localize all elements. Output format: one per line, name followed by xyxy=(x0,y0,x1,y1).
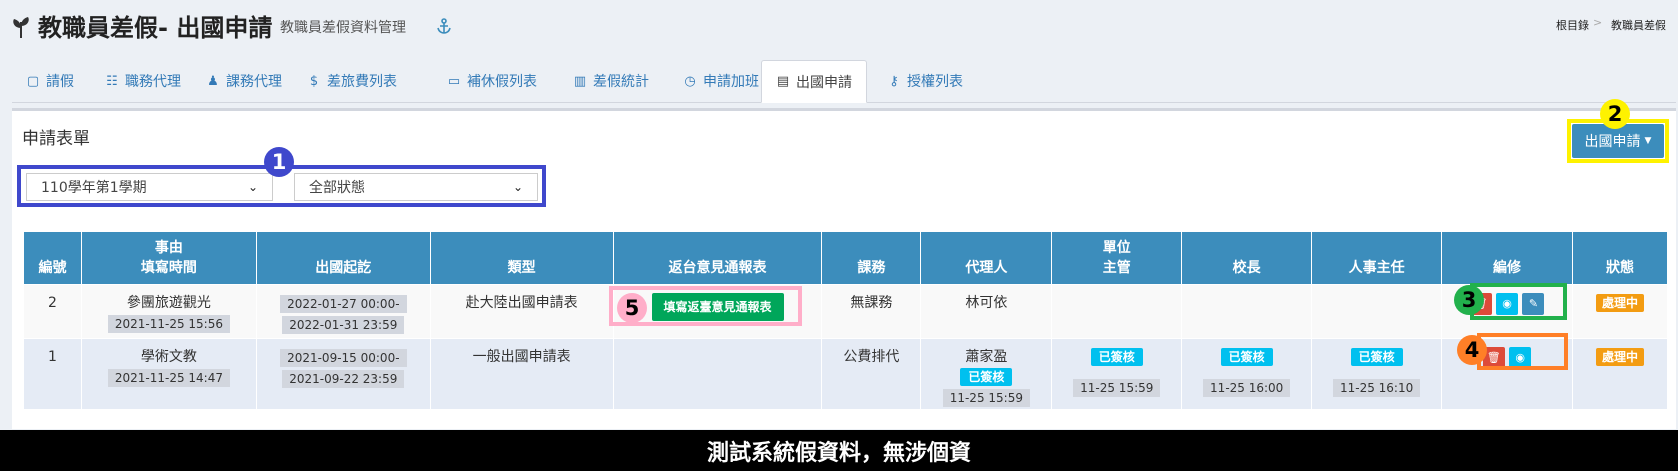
tab-duty-agent[interactable]: ☷ 職務代理 xyxy=(91,60,195,102)
cell-hr xyxy=(1311,284,1443,339)
col-unit-head: 單位 主管 xyxy=(1051,231,1183,285)
document-icon: ▤ xyxy=(776,74,790,89)
cell-report xyxy=(612,338,823,410)
callout-number-2: 2 xyxy=(1600,99,1630,129)
toggle-icon: ▭ xyxy=(447,73,461,89)
cell-type: 赴大陸出國申請表 xyxy=(429,284,614,339)
cell-unit-head xyxy=(1051,284,1183,339)
signed-badge: 已簽核 xyxy=(1350,348,1403,366)
col-edit: 編修 xyxy=(1441,231,1573,285)
application-table: 編號 事由 填寫時間 出國起訖 類型 返台意見通報表 課務 代理人 單位 主管 校長… xyxy=(23,231,1669,410)
page-header: 教職員差假- 出國申請 教職員差假資料管理 根目錄 > 教職員差假 xyxy=(0,0,1678,60)
callout-box-4 xyxy=(1477,333,1568,370)
application-panel: 申請表單 出國申請 ▼ 2 110學年第1學期 ⌄ 全部狀態 ⌄ 1 編號 事由 填寫時… xyxy=(12,99,1676,429)
cell-reason: 學術文教 2021-11-25 14:47 xyxy=(80,338,257,410)
tab-comp-leave[interactable]: ▭ 補休假列表 xyxy=(433,60,551,102)
tab-leave[interactable]: ▢ 請假 xyxy=(12,60,88,102)
cell-no: 2 xyxy=(23,284,82,339)
bar-chart-icon: ▥ xyxy=(573,73,587,89)
signed-badge: 已簽核 xyxy=(960,368,1013,386)
page-title: 教職員差假- 出國申請 xyxy=(38,14,273,42)
tab-leave-stats[interactable]: ▥ 差假統計 xyxy=(559,60,663,102)
cell-class: 公費排代 xyxy=(821,338,922,410)
tab-overtime[interactable]: ◷ 申請加班 xyxy=(669,60,773,102)
cell-agent: 蕭家盈 已簽核 11-25 15:59 xyxy=(920,338,1053,410)
panel-title: 申請表單 xyxy=(22,129,90,149)
cell-period: 2021-09-15 00:00- 2021-09-22 23:59 xyxy=(255,338,431,410)
col-report: 返台意見通報表 xyxy=(612,231,823,285)
cell-type: 一般出國申請表 xyxy=(429,338,614,410)
breadcrumb-current: 教職員差假 xyxy=(1611,19,1666,32)
table-row: 1 學術文教 2021-11-25 14:47 2021-09-15 00:00-… xyxy=(23,338,1669,410)
col-agent: 代理人 xyxy=(920,231,1053,285)
file-icon: ▢ xyxy=(26,73,40,89)
callout-number-1: 1 xyxy=(264,147,294,177)
anchor-icon[interactable] xyxy=(437,18,451,34)
status-badge: 處理中 xyxy=(1595,348,1644,366)
cell-principal: 已簽核 11-25 16:00 xyxy=(1181,338,1313,410)
leaf-icon xyxy=(13,17,29,38)
col-period: 出國起訖 xyxy=(255,231,431,285)
clock-icon: ◷ xyxy=(684,73,696,89)
col-reason: 事由 填寫時間 xyxy=(80,231,257,285)
table-header-row: 編號 事由 填寫時間 出國起訖 類型 返台意見通報表 課務 代理人 單位 主管 校長… xyxy=(23,231,1669,285)
signed-badge: 已簽核 xyxy=(1090,348,1143,366)
tab-travel-expense[interactable]: $ 差旅費列表 xyxy=(293,60,411,102)
cell-class: 無課務 xyxy=(821,284,922,339)
tab-bar: ▢ 請假 ☷ 職務代理 ♟ 課務代理 $ 差旅費列表 ▭ 補休假列表 ▥ 差假統計 ◷ 申請加… xyxy=(12,60,1676,103)
col-type: 類型 xyxy=(429,231,614,285)
footer-notice: 測試系統假資料，無涉個資 xyxy=(0,430,1678,471)
cell-unit-head: 已簽核 11-25 15:59 xyxy=(1051,338,1183,410)
tab-overseas-application[interactable]: ▤ 出國申請 xyxy=(761,60,867,103)
status-badge: 處理中 xyxy=(1595,294,1644,312)
cell-reason: 參團旅遊觀光 2021-11-25 15:56 xyxy=(80,284,257,339)
col-no: 編號 xyxy=(23,231,82,285)
callout-number-5: 5 xyxy=(617,293,647,323)
callout-number-3: 3 xyxy=(1454,285,1484,315)
breadcrumb-separator: > xyxy=(1593,16,1603,29)
cell-agent: 林可依 xyxy=(920,284,1053,339)
cell-status: 處理中 xyxy=(1571,338,1669,410)
col-principal: 校長 xyxy=(1181,231,1313,285)
tab-authorization[interactable]: ⚷ 授權列表 xyxy=(873,60,977,102)
key-icon: ⚷ xyxy=(889,73,899,89)
callout-number-4: 4 xyxy=(1457,335,1487,365)
person-icon: ♟ xyxy=(207,73,219,89)
breadcrumb-root[interactable]: 根目錄 xyxy=(1556,17,1589,33)
table-row: 2 參團旅遊觀光 2021-11-25 15:56 2022-01-27 00:0… xyxy=(23,284,1669,339)
page-subtitle: 教職員差假資料管理 xyxy=(280,20,406,36)
tab-class-agent[interactable]: ♟ 課務代理 xyxy=(192,60,296,102)
cell-period: 2022-01-27 00:00- 2022-01-31 23:59 xyxy=(255,284,431,339)
col-status: 狀態 xyxy=(1571,231,1669,285)
group-icon: ☷ xyxy=(106,73,118,89)
col-class: 課務 xyxy=(821,231,922,285)
cell-status: 處理中 xyxy=(1571,284,1669,339)
cell-hr: 已簽核 11-25 16:10 xyxy=(1311,338,1443,410)
callout-box-3 xyxy=(1470,283,1567,320)
dollar-icon: $ xyxy=(309,73,319,89)
col-hr: 人事主任 xyxy=(1311,231,1443,285)
cell-no: 1 xyxy=(23,338,82,410)
signed-badge: 已簽核 xyxy=(1220,348,1273,366)
cell-principal xyxy=(1181,284,1313,339)
